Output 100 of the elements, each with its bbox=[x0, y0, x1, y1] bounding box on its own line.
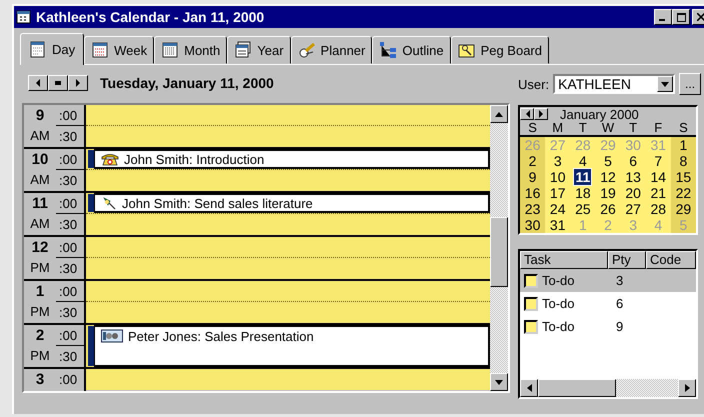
minimize-button[interactable] bbox=[654, 9, 672, 25]
view-tab[interactable]: Peg Board bbox=[450, 36, 549, 64]
view-tab[interactable]: Day bbox=[20, 33, 84, 65]
previous-day-button[interactable] bbox=[28, 75, 48, 91]
today-button[interactable] bbox=[48, 75, 68, 91]
hour-cell-text: 11 AM bbox=[29, 194, 51, 233]
calendar-day[interactable]: 26 bbox=[599, 201, 617, 217]
calendar-day[interactable]: 20 bbox=[624, 185, 642, 201]
appointment-title: Peter Jones: Sales Presentation bbox=[128, 329, 314, 344]
maximize-icon bbox=[676, 12, 686, 22]
vertical-scrollbar[interactable] bbox=[490, 105, 508, 391]
calendar-app-icon bbox=[16, 9, 32, 25]
left-arrow-icon bbox=[526, 384, 532, 392]
bar-icon bbox=[55, 80, 61, 86]
hour-cell-text: 12 PM bbox=[29, 238, 51, 277]
minute-label: :00 bbox=[56, 193, 84, 214]
weekday-label: S bbox=[527, 121, 538, 135]
horizontal-scrollbar[interactable] bbox=[520, 379, 696, 397]
calendar-day[interactable]: 12 bbox=[599, 169, 617, 185]
calendar-day[interactable]: 19 bbox=[599, 185, 617, 201]
calendar-day[interactable]: 13 bbox=[624, 169, 642, 185]
task-checkbox[interactable] bbox=[524, 274, 538, 288]
scroll-up-button[interactable] bbox=[490, 105, 508, 123]
view-tab[interactable]: Month bbox=[154, 36, 228, 64]
window-title: Kathleen's Calendar - Jan 11, 2000 bbox=[36, 9, 266, 25]
month-calendar-icon bbox=[161, 41, 180, 59]
minute-label: :30 bbox=[58, 260, 78, 278]
calendar-day[interactable]: 10 bbox=[548, 169, 566, 185]
scroll-left-button[interactable] bbox=[520, 379, 538, 397]
task-row[interactable]: To-do 3 bbox=[520, 269, 696, 292]
column-header[interactable]: Code bbox=[646, 251, 696, 269]
date-heading: Tuesday, January 11, 2000 bbox=[100, 75, 274, 91]
outline-tree-icon bbox=[379, 41, 398, 59]
calendar-day[interactable]: 25 bbox=[574, 201, 592, 217]
calendar-day[interactable]: 17 bbox=[548, 185, 566, 201]
calendar-day[interactable]: 28 bbox=[649, 201, 668, 217]
browse-button[interactable]: ... bbox=[679, 73, 702, 95]
calendar-day[interactable]: 21 bbox=[649, 185, 668, 201]
calendar-day[interactable]: 5 bbox=[603, 153, 613, 169]
maximize-button[interactable] bbox=[672, 9, 690, 25]
planner-icon bbox=[298, 41, 316, 59]
calendar-day[interactable]: 14 bbox=[649, 169, 668, 185]
appointment-title: John Smith: Introduction bbox=[124, 152, 264, 166]
right-arrow-icon bbox=[75, 79, 81, 87]
time-slot[interactable] bbox=[86, 237, 490, 258]
right-arrow-icon bbox=[684, 384, 690, 392]
calendar-day[interactable]: 3 bbox=[552, 153, 563, 169]
scroll-down-button[interactable] bbox=[490, 373, 508, 391]
time-slot[interactable] bbox=[86, 281, 490, 302]
calendar-day[interactable]: 6 bbox=[628, 153, 638, 169]
column-header[interactable]: Task bbox=[520, 251, 608, 269]
month-title: January 2000 bbox=[560, 106, 639, 122]
right-arrow-icon bbox=[538, 110, 544, 118]
minute-label: :00 bbox=[56, 105, 84, 126]
column-header[interactable]: Pty bbox=[608, 251, 646, 269]
week-calendar-icon bbox=[91, 41, 110, 59]
view-tab[interactable]: Outline bbox=[372, 36, 451, 64]
weekday-label: S bbox=[678, 121, 689, 135]
calendar-day[interactable]: 27 bbox=[624, 201, 642, 217]
calendar-day[interactable]: 7 bbox=[653, 153, 664, 169]
view-tab[interactable]: Year bbox=[227, 36, 291, 64]
minute-label: :00 bbox=[58, 371, 78, 389]
meeting-icon bbox=[101, 329, 123, 343]
task-priority: 3 bbox=[616, 273, 624, 288]
user-label: User: bbox=[518, 76, 550, 92]
scroll-thumb[interactable] bbox=[538, 379, 616, 397]
previous-month-button[interactable] bbox=[520, 108, 534, 120]
view-tab[interactable]: Planner bbox=[290, 36, 372, 64]
hour-cell-text: 1 PM bbox=[29, 282, 51, 321]
time-slot[interactable] bbox=[86, 105, 490, 126]
weekday-label: F bbox=[653, 121, 664, 135]
calendar-day[interactable]: 4 bbox=[578, 153, 588, 169]
day-page-icon bbox=[29, 40, 47, 58]
minute-label: :00 bbox=[56, 281, 84, 302]
scroll-right-button[interactable] bbox=[678, 379, 696, 397]
next-day-button[interactable] bbox=[68, 75, 88, 91]
minute-label: :00 bbox=[56, 237, 84, 258]
minute-label: :00 bbox=[56, 325, 84, 346]
calendar-day[interactable]: 24 bbox=[548, 201, 566, 217]
next-month-button[interactable] bbox=[534, 108, 548, 120]
calendar-day[interactable]: 31 bbox=[548, 217, 566, 233]
weekday-label: M bbox=[551, 121, 564, 135]
weekday-label: W bbox=[602, 121, 616, 135]
year-calendar-icon bbox=[234, 41, 252, 59]
hour-cell-text: 9 AM bbox=[29, 106, 51, 145]
task-checkbox[interactable] bbox=[524, 320, 538, 334]
task-checkbox[interactable] bbox=[524, 296, 538, 310]
pushpin-icon bbox=[101, 196, 117, 210]
task-row[interactable]: To-do 9 bbox=[520, 315, 696, 338]
appointment-marker bbox=[88, 194, 94, 212]
calendar-day[interactable]: 18 bbox=[574, 185, 592, 201]
appointment-marker bbox=[88, 150, 94, 168]
view-tab[interactable]: Week bbox=[84, 36, 154, 64]
task-row[interactable]: To-do 6 bbox=[520, 292, 696, 315]
scroll-thumb[interactable] bbox=[490, 217, 508, 287]
phone-icon bbox=[101, 152, 119, 166]
task-priority: 9 bbox=[616, 319, 624, 334]
user-dropdown[interactable]: KATHLEEN bbox=[553, 74, 676, 94]
down-arrow-icon bbox=[495, 380, 503, 384]
calendar-day[interactable]: 11 bbox=[574, 169, 592, 185]
